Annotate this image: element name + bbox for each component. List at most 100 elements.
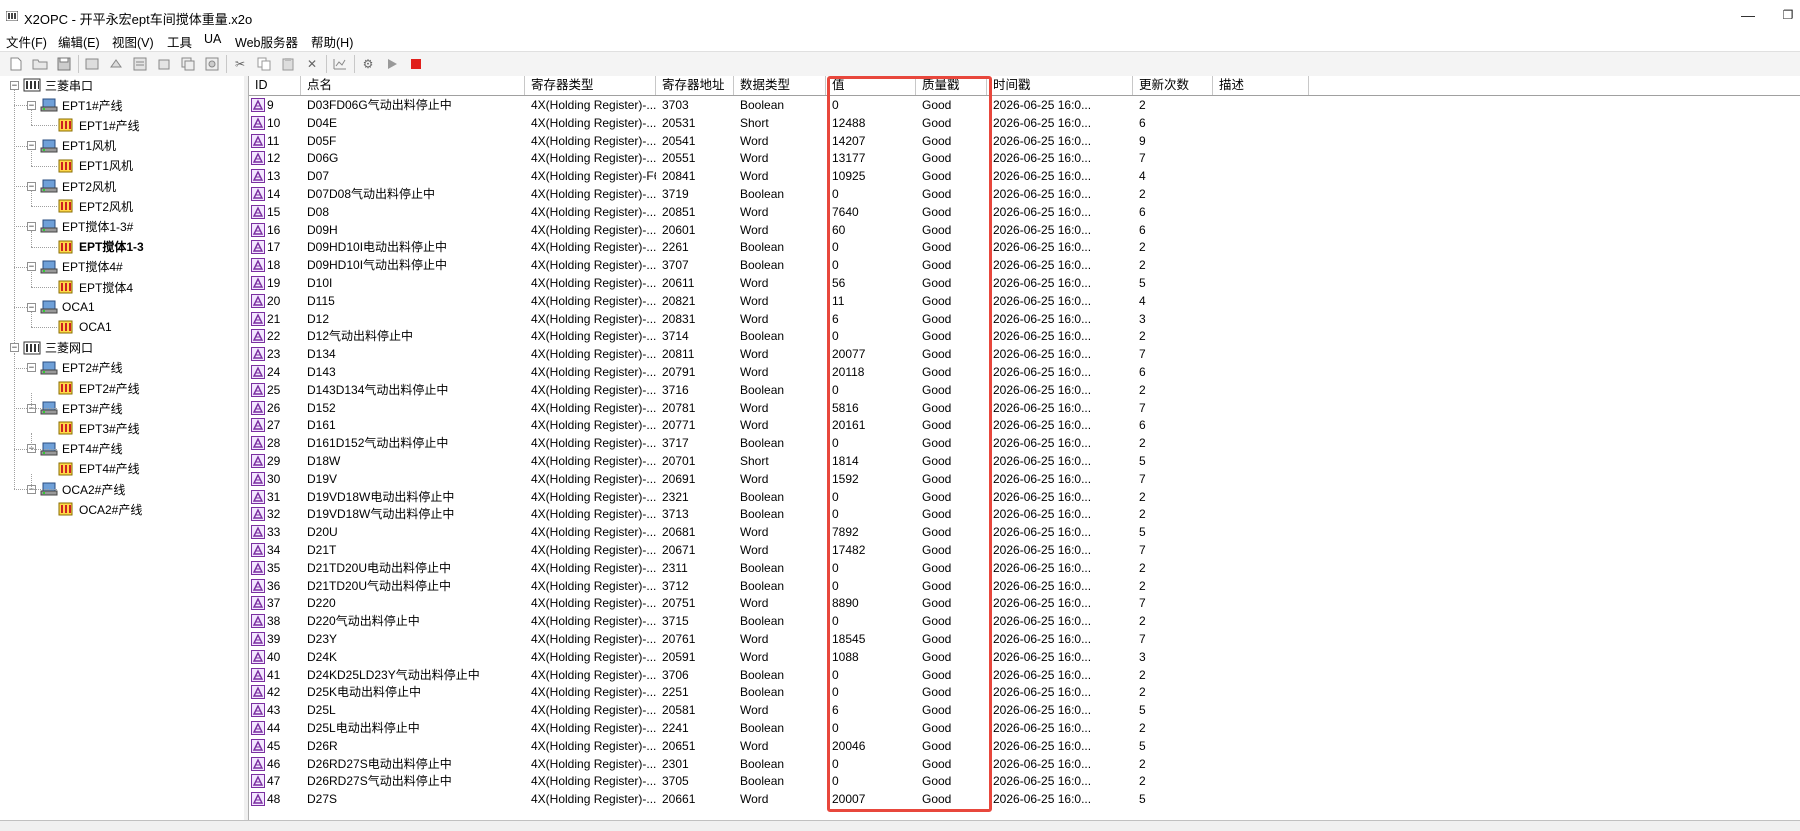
delete-icon[interactable]: ✕	[304, 56, 320, 72]
tree-node-group[interactable]: EPT1#产线	[44, 116, 140, 134]
table-row[interactable]: 40 D24K 4X(Holding Register)-... 20591 Word 1…	[249, 648, 1800, 666]
tree-node-group[interactable]: EPT4#产线	[44, 460, 140, 478]
collapse-icon[interactable]: −	[27, 141, 36, 151]
column-header-value[interactable]: 值	[826, 76, 916, 95]
collapse-icon[interactable]: −	[27, 363, 36, 373]
tree-node-group[interactable]: EPT2#产线	[44, 379, 140, 397]
table-row[interactable]: 21 D12 4X(Holding Register)-... 20831 Word 6 G…	[249, 310, 1800, 328]
table-row[interactable]: 42 D25K电动出料停止中 4X(Holding Register)-... 225…	[249, 683, 1800, 701]
column-header-update-count[interactable]: 更新次数	[1133, 76, 1213, 95]
save-icon[interactable]	[56, 56, 72, 72]
tree-node-channel[interactable]: − 三菱串口	[10, 76, 93, 94]
collapse-icon[interactable]: −	[27, 221, 36, 231]
tree-node-channel[interactable]: − 三菱网口	[10, 339, 93, 357]
column-header-name[interactable]: 点名	[301, 76, 525, 95]
table-row[interactable]: 19 D10I 4X(Holding Register)-... 20611 Word 5…	[249, 274, 1800, 292]
table-row[interactable]: 34 D21T 4X(Holding Register)-... 20671 Word 1…	[249, 541, 1800, 559]
table-row[interactable]: 23 D134 4X(Holding Register)-... 20811 Word 2…	[249, 345, 1800, 363]
minimize-button[interactable]: —	[1728, 4, 1768, 26]
collapse-icon[interactable]: −	[10, 343, 19, 353]
tree-node-group[interactable]: EPT搅体1-3	[44, 238, 144, 256]
paste-icon[interactable]	[280, 56, 296, 72]
collapse-icon[interactable]: −	[27, 262, 36, 272]
add-channel-icon[interactable]	[84, 56, 100, 72]
tree-node-group[interactable]: OCA2#产线	[44, 500, 142, 518]
copy-tags-icon[interactable]	[180, 56, 196, 72]
table-row[interactable]: 9 D03FD06G气动出料停止中 4X(Holding Register)-...…	[249, 96, 1800, 114]
column-header-description[interactable]: 描述	[1213, 76, 1309, 95]
add-tag-icon[interactable]	[156, 56, 172, 72]
tree-node-group[interactable]: EPT搅体4	[44, 278, 133, 296]
table-row[interactable]: 28 D161D152气动出料停止中 4X(Holding Register)-..…	[249, 434, 1800, 452]
column-header-register-address[interactable]: 寄存器地址	[656, 76, 734, 95]
table-row[interactable]: 47 D26RD27S气动出料停止中 4X(Holding Register)-..…	[249, 772, 1800, 790]
table-row[interactable]: 46 D26RD27S电动出料停止中 4X(Holding Register)-..…	[249, 755, 1800, 773]
table-row[interactable]: 43 D25L 4X(Holding Register)-... 20581 Word 6…	[249, 701, 1800, 719]
menu-help[interactable]: 帮助(H)	[311, 32, 353, 51]
table-row[interactable]: 31 D19VD18W电动出料停止中 4X(Holding Register)-..…	[249, 488, 1800, 506]
column-header-timestamp[interactable]: 时间戳	[987, 76, 1133, 95]
table-row[interactable]: 16 D09H 4X(Holding Register)-... 20601 Word 6…	[249, 221, 1800, 239]
tree-node-device[interactable]: − EPT2风机	[27, 177, 116, 195]
add-device-icon[interactable]	[108, 56, 124, 72]
table-row[interactable]: 41 D24KD25LD23Y气动出料停止中 4X(Holding Register…	[249, 666, 1800, 684]
cut-icon[interactable]: ✂	[232, 56, 248, 72]
tree-node-device[interactable]: − OCA1	[27, 298, 95, 316]
table-row[interactable]: 18 D09HD10I气动出料停止中 4X(Holding Register)-..…	[249, 256, 1800, 274]
table-row[interactable]: 20 D115 4X(Holding Register)-... 20821 Word 1…	[249, 292, 1800, 310]
table-row[interactable]: 24 D143 4X(Holding Register)-... 20791 Word 2…	[249, 363, 1800, 381]
monitor-icon[interactable]	[332, 56, 348, 72]
new-file-icon[interactable]	[8, 56, 24, 72]
table-row[interactable]: 30 D19V 4X(Holding Register)-... 20691 Word 1…	[249, 470, 1800, 488]
copy-icon[interactable]	[256, 56, 272, 72]
tree-node-device[interactable]: − EPT搅体1-3#	[27, 217, 133, 235]
table-row[interactable]: 38 D220气动出料停止中 4X(Holding Register)-... 371…	[249, 612, 1800, 630]
collapse-icon[interactable]: −	[27, 181, 36, 191]
table-row[interactable]: 27 D161 4X(Holding Register)-... 20771 Word 2…	[249, 416, 1800, 434]
collapse-icon[interactable]: −	[10, 80, 19, 90]
table-row[interactable]: 17 D09HD10I电动出料停止中 4X(Holding Register)-..…	[249, 238, 1800, 256]
tree-node-device[interactable]: − EPT2#产线	[27, 359, 123, 377]
table-row[interactable]: 32 D19VD18W气动出料停止中 4X(Holding Register)-..…	[249, 505, 1800, 523]
tree-node-device[interactable]: − EPT搅体4#	[27, 258, 123, 276]
table-row[interactable]: 39 D23Y 4X(Holding Register)-... 20761 Word 1…	[249, 630, 1800, 648]
table-row[interactable]: 12 D06G 4X(Holding Register)-... 20551 Word 1…	[249, 149, 1800, 167]
menu-file[interactable]: 文件(F)	[6, 32, 47, 51]
column-header-id[interactable]: ID	[249, 76, 301, 95]
tree-node-group[interactable]: EPT3#产线	[44, 419, 140, 437]
table-row[interactable]: 14 D07D08气动出料停止中 4X(Holding Register)-... 3…	[249, 185, 1800, 203]
table-row[interactable]: 10 D04E 4X(Holding Register)-... 20531 Short…	[249, 114, 1800, 132]
collapse-icon[interactable]: −	[27, 302, 36, 312]
menu-tools[interactable]: 工具	[167, 32, 192, 51]
menu-edit[interactable]: 编辑(E)	[58, 32, 100, 51]
table-row[interactable]: 29 D18W 4X(Holding Register)-... 20701 Short…	[249, 452, 1800, 470]
properties-icon[interactable]	[204, 56, 220, 72]
table-row[interactable]: 36 D21TD20U气动出料停止中 4X(Holding Register)-..…	[249, 577, 1800, 595]
settings-icon[interactable]: ⚙	[360, 56, 376, 72]
tree-node-device[interactable]: − EPT1#产线	[27, 96, 123, 114]
table-row[interactable]: 33 D20U 4X(Holding Register)-... 20681 Word 7…	[249, 523, 1800, 541]
table-row[interactable]: 13 D07 4X(Holding Register)-F6 20841 Word 109…	[249, 167, 1800, 185]
menu-ua[interactable]: UA	[204, 32, 221, 46]
column-header-register-type[interactable]: 寄存器类型	[525, 76, 656, 95]
open-folder-icon[interactable]	[32, 56, 48, 72]
tree-node-device[interactable]: − EPT1风机	[27, 137, 116, 155]
table-row[interactable]: 11 D05F 4X(Holding Register)-... 20541 Word 1…	[249, 132, 1800, 150]
stop-icon[interactable]	[408, 56, 424, 72]
add-group-icon[interactable]	[132, 56, 148, 72]
table-row[interactable]: 45 D26R 4X(Holding Register)-... 20651 Word 2…	[249, 737, 1800, 755]
tree-node-group[interactable]: EPT1风机	[44, 157, 133, 175]
table-row[interactable]: 44 D25L电动出料停止中 4X(Holding Register)-... 224…	[249, 719, 1800, 737]
table-row[interactable]: 15 D08 4X(Holding Register)-... 20851 Word 76…	[249, 203, 1800, 221]
collapse-icon[interactable]: −	[27, 100, 36, 110]
tree-node-group[interactable]: EPT2风机	[44, 197, 133, 215]
column-header-data-type[interactable]: 数据类型	[734, 76, 826, 95]
restore-button[interactable]: ❐	[1768, 4, 1800, 26]
menu-web-server[interactable]: Web服务器	[235, 32, 298, 51]
column-header-quality[interactable]: 质量戳	[916, 76, 987, 95]
run-icon[interactable]	[384, 56, 400, 72]
menu-view[interactable]: 视图(V)	[112, 32, 154, 51]
table-row[interactable]: 22 D12气动出料停止中 4X(Holding Register)-... 3714…	[249, 327, 1800, 345]
table-row[interactable]: 35 D21TD20U电动出料停止中 4X(Holding Register)-..…	[249, 559, 1800, 577]
table-row[interactable]: 26 D152 4X(Holding Register)-... 20781 Word 5…	[249, 399, 1800, 417]
